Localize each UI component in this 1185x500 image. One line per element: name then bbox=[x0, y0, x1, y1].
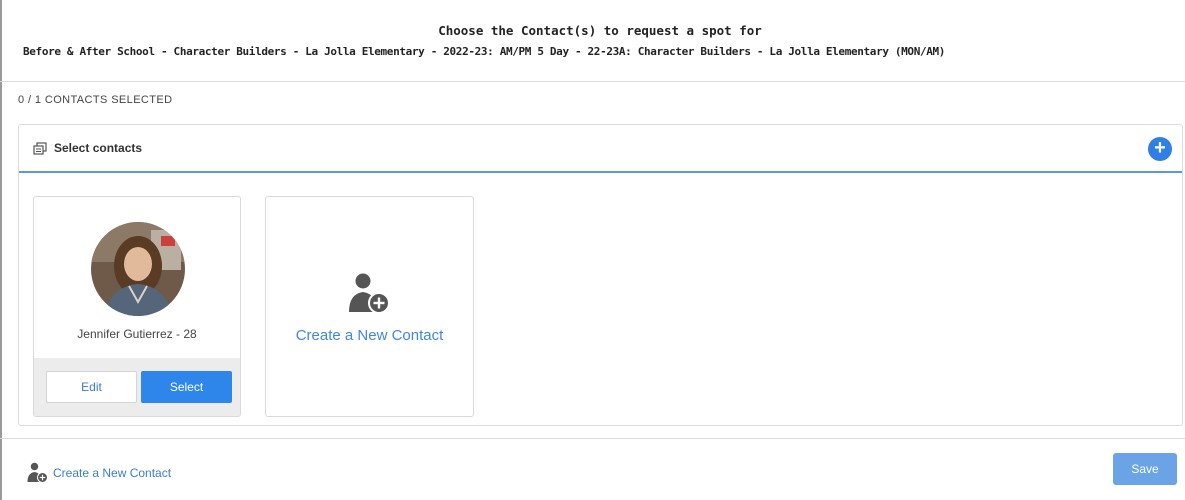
contact-card: Jennifer Gutierrez - 28 Edit Select bbox=[33, 196, 241, 417]
plus-circle-icon: + bbox=[1154, 137, 1166, 159]
select-contacts-panel: Select contacts + Jennifer Gutierrez - 2… bbox=[18, 124, 1183, 426]
stack-icon bbox=[33, 142, 47, 155]
create-new-contact-card[interactable]: Create a New Contact bbox=[265, 196, 474, 417]
panel-header: Select contacts + bbox=[19, 125, 1182, 173]
contact-name: Jennifer Gutierrez - 28 bbox=[77, 327, 197, 341]
program-subtitle: Before & After School - Character Builde… bbox=[23, 45, 946, 58]
save-button[interactable]: Save bbox=[1113, 453, 1177, 485]
create-new-contact-label: Create a New Contact bbox=[295, 327, 444, 344]
select-contact-button[interactable]: Select bbox=[141, 371, 232, 403]
add-person-icon bbox=[349, 273, 390, 314]
add-person-icon bbox=[27, 462, 48, 483]
create-new-contact-link[interactable]: Create a New Contact bbox=[53, 466, 171, 480]
page-header: Choose the Contact(s) to request a spot … bbox=[0, 0, 1185, 82]
page-title: Choose the Contact(s) to request a spot … bbox=[438, 23, 762, 38]
page-footer: Create a New Contact Save bbox=[0, 438, 1185, 500]
panel-title: Select contacts bbox=[54, 141, 143, 155]
avatar bbox=[91, 222, 185, 316]
contact-card-actions: Edit Select bbox=[34, 358, 240, 416]
add-contact-button[interactable]: + bbox=[1148, 137, 1172, 161]
selection-counter: 0 / 1 CONTACTS SELECTED bbox=[18, 94, 173, 106]
edit-contact-button[interactable]: Edit bbox=[46, 371, 137, 403]
